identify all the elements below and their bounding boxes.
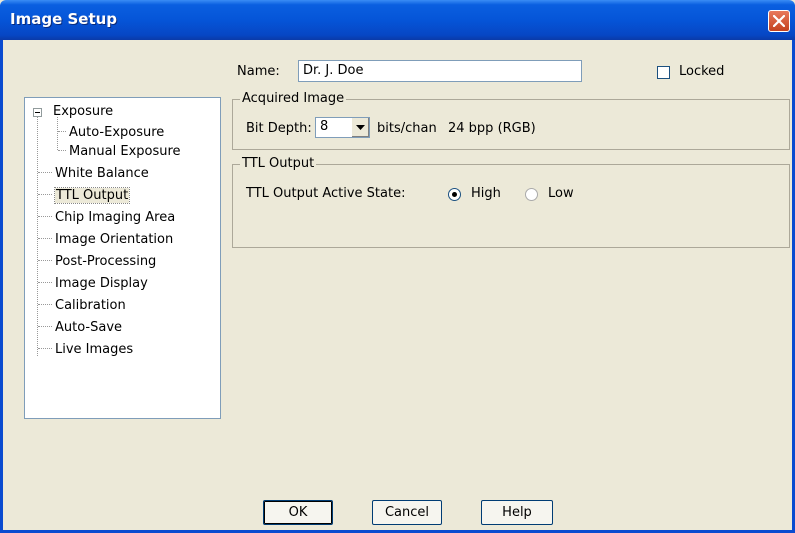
title-bar: Image Setup — [0, 0, 795, 40]
tree-line — [38, 172, 52, 173]
collapse-toggle-icon[interactable] — [33, 108, 42, 117]
tree-item-label: Image Display — [55, 276, 148, 291]
bpp-label: 24 bpp (RGB) — [448, 121, 536, 136]
close-icon — [773, 15, 785, 27]
acquired-image-group-title: Acquired Image — [240, 91, 347, 106]
tree-line — [57, 117, 58, 150]
tree-item-image-display[interactable]: Image Display — [55, 274, 148, 293]
tree-line — [58, 150, 66, 151]
ttl-low-label: Low — [548, 186, 574, 201]
tree-item-white-balance[interactable]: White Balance — [55, 164, 149, 183]
bits-per-channel-label: bits/chan — [377, 121, 437, 136]
tree-item-label: Exposure — [53, 104, 114, 119]
tree-item-label: Live Images — [55, 342, 134, 357]
tree-line — [38, 304, 52, 305]
tree-item-image-orientation[interactable]: Image Orientation — [55, 230, 173, 249]
tree-item-ttl-output[interactable]: TTL Output — [53, 186, 131, 205]
tree-item-label: Post-Processing — [55, 254, 157, 269]
settings-tree[interactable]: Exposure Auto-Exposure Manual Exposure W… — [24, 97, 221, 419]
tree-item-chip-imaging-area[interactable]: Chip Imaging Area — [55, 208, 175, 227]
chevron-down-icon — [356, 125, 365, 130]
bit-depth-dropdown-button[interactable] — [351, 118, 369, 137]
tree-item-auto-save[interactable]: Auto-Save — [55, 318, 122, 337]
tree-item-label: White Balance — [55, 166, 149, 181]
ttl-high-radio[interactable] — [448, 188, 461, 201]
locked-checkbox[interactable] — [657, 66, 670, 79]
window-title: Image Setup — [10, 10, 118, 28]
ok-button[interactable]: OK — [263, 500, 333, 525]
bit-depth-label: Bit Depth: — [246, 121, 312, 136]
tree-line — [38, 348, 52, 349]
tree-line — [38, 216, 52, 217]
locked-label: Locked — [679, 64, 725, 79]
tree-line — [38, 238, 52, 239]
tree-item-label: Auto-Save — [55, 320, 123, 335]
cancel-button[interactable]: Cancel — [372, 500, 442, 525]
tree-item-live-images[interactable]: Live Images — [55, 340, 133, 359]
ttl-high-label: High — [471, 186, 501, 201]
ttl-output-group-title: TTL Output — [240, 156, 317, 171]
tree-line — [38, 194, 52, 195]
ttl-active-state-label: TTL Output Active State: — [246, 186, 406, 201]
tree-item-label: Chip Imaging Area — [55, 210, 176, 225]
image-setup-dialog: Image Setup Exposure Auto-Exposure Manua… — [0, 0, 795, 533]
ttl-low-radio[interactable] — [525, 188, 538, 201]
tree-item-label: TTL Output — [53, 187, 131, 204]
ttl-output-group — [232, 164, 790, 248]
tree-item-post-processing[interactable]: Post-Processing — [55, 252, 156, 271]
tree-item-label: Image Orientation — [55, 232, 174, 247]
tree-item-calibration[interactable]: Calibration — [55, 296, 126, 315]
tree-item-label: Manual Exposure — [69, 144, 181, 159]
tree-line — [38, 282, 52, 283]
name-input[interactable]: Dr. J. Doe — [298, 60, 582, 82]
help-button[interactable]: Help — [481, 500, 553, 525]
tree-line — [38, 326, 52, 327]
tree-item-label: Calibration — [55, 298, 126, 313]
name-label: Name: — [237, 64, 280, 79]
tree-line — [38, 260, 52, 261]
tree-line — [37, 117, 38, 356]
tree-item-auto-exposure[interactable]: Auto-Exposure — [69, 123, 164, 142]
tree-item-label: Auto-Exposure — [69, 125, 165, 140]
bit-depth-value: 8 — [320, 119, 329, 134]
tree-line — [58, 131, 66, 132]
tree-item-manual-exposure[interactable]: Manual Exposure — [69, 142, 181, 161]
bit-depth-select[interactable]: 8 — [315, 117, 370, 138]
tree-item-exposure[interactable]: Exposure — [53, 102, 113, 121]
close-button[interactable] — [768, 10, 790, 32]
